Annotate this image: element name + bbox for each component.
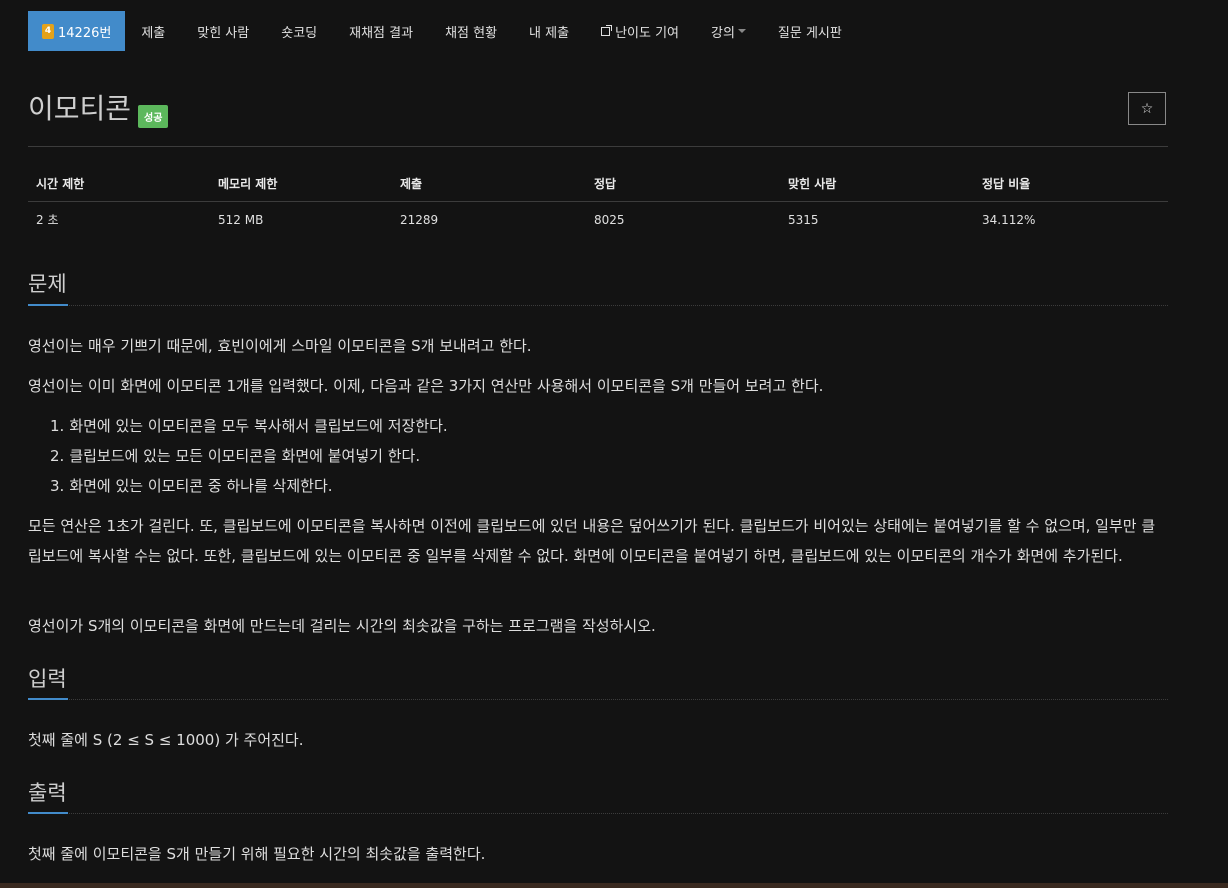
memory-limit-value: 512 MB xyxy=(218,212,264,227)
header-accepted: 정답 xyxy=(586,166,780,202)
input-divider xyxy=(28,698,1168,700)
submissions-value: 21289 xyxy=(400,212,439,227)
solved-users-value: 5315 xyxy=(788,212,819,227)
problem-title: 이모티콘 xyxy=(28,92,132,125)
nav-submit[interactable]: 제출 xyxy=(125,11,181,51)
nav-my-submissions[interactable]: 내 제출 xyxy=(513,11,585,51)
list-item: 1. 화면에 있는 이모티콘을 모두 복사해서 클립보드에 저장한다. xyxy=(50,417,448,435)
time-limit-value: 2 초 xyxy=(36,213,59,227)
operation-3-text: 화면에 있는 이모티콘 중 하나를 삭제한다. xyxy=(69,477,333,495)
nav-judge-status[interactable]: 채점 현황 xyxy=(429,11,513,51)
lectures-label: 강의 xyxy=(711,25,735,41)
status-badge: 성공 xyxy=(138,105,169,128)
nav-short-coding[interactable]: 숏코딩 xyxy=(265,11,333,51)
title-row: 이모티콘 성공 ☆ xyxy=(28,92,1168,132)
output-text: 첫째 줄에 이모티콘을 S개 만들기 위해 필요한 시간의 최솟값을 출력한다. xyxy=(28,845,486,863)
tier-badge-icon: 4 xyxy=(42,23,54,39)
caret-down-icon xyxy=(737,29,746,33)
accept-ratio-value: 34.112% xyxy=(982,212,1036,227)
operations-list: 1. 화면에 있는 이모티콘을 모두 복사해서 클립보드에 저장한다. 2. 클립보… xyxy=(50,411,448,501)
difficulty-contribution-label: 난이도 기여 xyxy=(615,25,679,41)
nav-lectures[interactable]: 강의 xyxy=(695,11,762,51)
description-paragraph-3: 모든 연산은 1초가 걸린다. 또, 클립보드에 이모티콘을 복사하면 이전에 … xyxy=(28,517,1156,565)
nav-problem-id[interactable]: 4 14226번 xyxy=(28,11,126,51)
nav-rejudge-results[interactable]: 재채점 결과 xyxy=(333,11,429,51)
header-memory-limit: 메모리 제한 xyxy=(210,166,392,202)
table-header-row: 시간 제한 메모리 제한 제출 정답 맞힌 사람 정답 비율 xyxy=(28,166,1168,202)
nav-qna-board[interactable]: 질문 게시판 xyxy=(762,11,858,51)
star-icon: ☆ xyxy=(1140,100,1154,117)
output-divider xyxy=(28,812,1168,814)
accepted-value: 8025 xyxy=(594,212,625,227)
output-heading: 출력 xyxy=(28,781,67,805)
problem-nav: 4 14226번 제출 맞힌 사람 숏코딩 재채점 결과 채점 현황 내 제출 … xyxy=(28,11,858,51)
header-solved-users: 맞힌 사람 xyxy=(780,166,974,202)
nav-difficulty-contribution[interactable]: 난이도 기여 xyxy=(585,11,695,51)
title-divider xyxy=(28,146,1168,147)
input-text: 첫째 줄에 S (2 ≤ S ≤ 1000) 가 주어진다. xyxy=(28,731,304,749)
operation-2-text: 클립보드에 있는 모든 이모티콘을 화면에 붙여넣기 한다. xyxy=(69,447,421,465)
description-paragraph-1: 영선이는 매우 기쁘기 때문에, 효빈이에게 스마일 이모티콘을 S개 보내려고… xyxy=(28,337,532,355)
header-time-limit: 시간 제한 xyxy=(28,166,210,202)
header-submissions: 제출 xyxy=(392,166,586,202)
nav-solved-users[interactable]: 맞힌 사람 xyxy=(181,11,265,51)
description-paragraph-4: 영선이가 S개의 이모티콘을 화면에 만드는데 걸리는 시간의 최솟값을 구하는… xyxy=(28,617,656,635)
operation-1-text: 화면에 있는 이모티콘을 모두 복사해서 클립보드에 저장한다. xyxy=(69,417,448,435)
external-link-icon xyxy=(601,24,613,36)
description-divider xyxy=(28,304,1168,306)
table-row: 2 초 512 MB 21289 8025 5315 34.112% xyxy=(28,202,1168,238)
list-item: 2. 클립보드에 있는 모든 이모티콘을 화면에 붙여넣기 한다. xyxy=(50,447,421,465)
star-button[interactable]: ☆ xyxy=(1128,92,1166,125)
header-accept-ratio: 정답 비율 xyxy=(974,166,1168,202)
description-paragraph-2: 영선이는 이미 화면에 이모티콘 1개를 입력했다. 이제, 다음과 같은 3가… xyxy=(28,377,824,395)
problem-info-table: 시간 제한 메모리 제한 제출 정답 맞힌 사람 정답 비율 2 초 512 M… xyxy=(28,166,1168,237)
bottom-border xyxy=(0,883,1228,888)
list-item: 3. 화면에 있는 이모티콘 중 하나를 삭제한다. xyxy=(50,477,333,495)
input-heading: 입력 xyxy=(28,667,67,691)
problem-id-label: 14226번 xyxy=(58,25,112,41)
description-heading: 문제 xyxy=(28,272,67,296)
